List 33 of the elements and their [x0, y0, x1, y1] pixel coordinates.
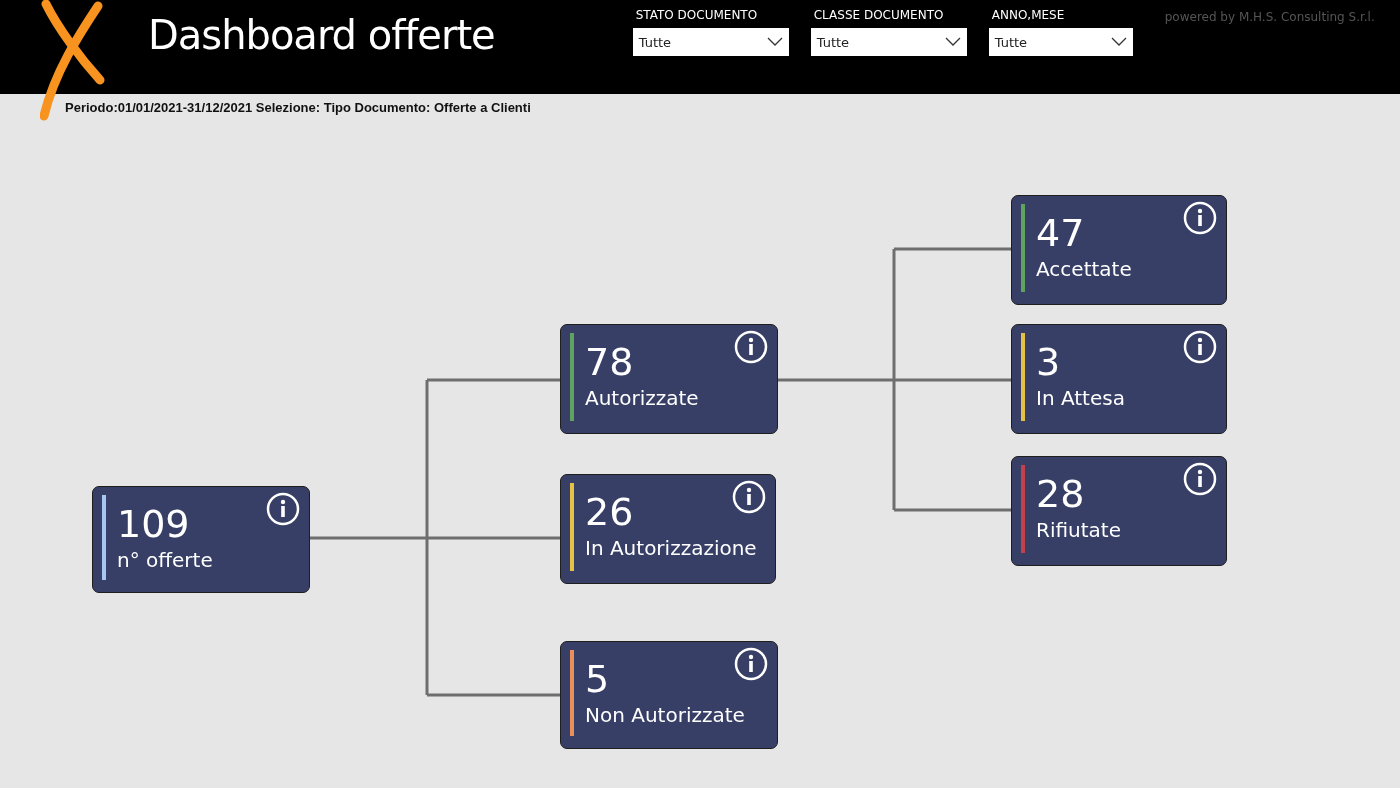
kpi-label: Accettate	[1036, 256, 1132, 282]
kpi-value: 78	[585, 339, 634, 385]
dashboard-title: Dashboard offerte	[148, 12, 495, 58]
info-icon[interactable]	[266, 492, 300, 526]
powered-by-text: powered by M.H.S. Consulting S.r.l.	[1164, 10, 1375, 24]
info-icon[interactable]	[1183, 462, 1217, 496]
kpi-value: 28	[1036, 471, 1085, 517]
kpi-value: 47	[1036, 210, 1085, 256]
info-icon[interactable]	[734, 647, 768, 681]
kpi-label: n° offerte	[117, 547, 213, 573]
info-icon[interactable]	[1183, 201, 1217, 235]
chevron-down-icon	[1110, 37, 1127, 47]
kpi-label: Autorizzate	[585, 385, 699, 411]
chevron-down-icon	[766, 37, 783, 47]
kpi-value: 5	[585, 656, 610, 702]
kpi-label: In Autorizzazione	[585, 535, 757, 561]
filter-dropdown[interactable]: Tutte	[810, 28, 967, 56]
kpi-value: 3	[1036, 339, 1061, 385]
info-icon[interactable]	[732, 480, 766, 514]
kpi-label: Non Autorizzate	[585, 702, 745, 728]
filter-label: STATO DOCUMENTO	[634, 8, 759, 22]
chevron-down-icon	[944, 37, 961, 47]
filter-dropdown[interactable]: Tutte	[988, 28, 1133, 56]
filter-dropdown[interactable]: Tutte	[632, 28, 789, 56]
kpi-label: In Attesa	[1036, 385, 1125, 411]
filter-label: ANNO,MESE	[990, 8, 1066, 22]
kpi-value: 26	[585, 489, 634, 535]
info-icon[interactable]	[734, 330, 768, 364]
filter-label: CLASSE DOCUMENTO	[812, 8, 945, 22]
info-icon[interactable]	[1183, 330, 1217, 364]
period-text: Periodo:01/01/2021-31/12/2021 Selezione: Tipo Documento: Offerte a Clienti	[64, 99, 532, 115]
kpi-value: 109	[117, 501, 190, 547]
kpi-label: Rifiutate	[1036, 517, 1121, 543]
